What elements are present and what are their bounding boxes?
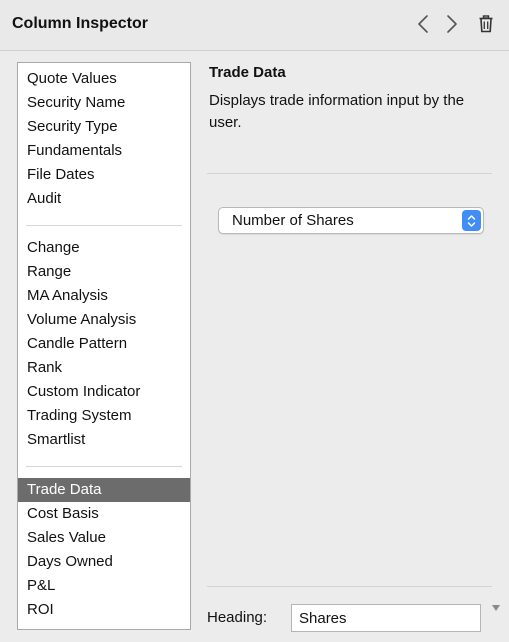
chevron-right-icon bbox=[447, 15, 457, 33]
heading-dropdown-button[interactable] bbox=[490, 602, 502, 614]
list-group-2: Change Range MA Analysis Volume Analysis… bbox=[18, 236, 190, 452]
list-item-smartlist[interactable]: Smartlist bbox=[18, 428, 190, 452]
triangle-down-icon bbox=[492, 605, 500, 611]
window-title: Column Inspector bbox=[12, 15, 149, 32]
list-item-trade-data[interactable]: Trade Data bbox=[18, 478, 190, 502]
select-stepper-icon bbox=[462, 210, 481, 231]
list-item-quote-values[interactable]: Quote Values bbox=[18, 67, 190, 91]
column-field-select[interactable]: Number of Shares bbox=[218, 207, 484, 234]
list-item-range[interactable]: Range bbox=[18, 260, 190, 284]
back-button[interactable] bbox=[409, 8, 437, 40]
heading-label: Heading: bbox=[207, 609, 268, 626]
detail-description: Displays trade information input by the … bbox=[209, 92, 465, 131]
list-divider bbox=[26, 466, 182, 467]
list-item-days-owned[interactable]: Days Owned bbox=[18, 550, 190, 574]
list-item-file-dates[interactable]: File Dates bbox=[18, 163, 190, 187]
heading-separator bbox=[207, 586, 492, 587]
chevron-left-icon bbox=[418, 15, 428, 33]
list-item-security-type[interactable]: Security Type bbox=[18, 115, 190, 139]
trash-icon bbox=[479, 15, 493, 33]
list-item-pnl[interactable]: P&L bbox=[18, 574, 190, 598]
list-item-change[interactable]: Change bbox=[18, 236, 190, 260]
list-item-volume-analysis[interactable]: Volume Analysis bbox=[18, 308, 190, 332]
heading-input[interactable] bbox=[291, 604, 481, 632]
detail-separator bbox=[207, 173, 492, 174]
list-item-ma-analysis[interactable]: MA Analysis bbox=[18, 284, 190, 308]
select-value: Number of Shares bbox=[232, 212, 354, 229]
delete-button[interactable] bbox=[472, 8, 500, 40]
list-item-fundamentals[interactable]: Fundamentals bbox=[18, 139, 190, 163]
list-item-security-name[interactable]: Security Name bbox=[18, 91, 190, 115]
list-item-roi[interactable]: ROI bbox=[18, 598, 190, 622]
list-group-1-items: Security Name Security Type Fundamentals… bbox=[18, 91, 190, 211]
column-category-list[interactable]: Quote Values Security Name Security Type… bbox=[17, 62, 191, 630]
detail-title: Trade Data bbox=[209, 64, 286, 81]
list-item-cost-basis[interactable]: Cost Basis bbox=[18, 502, 190, 526]
list-item-custom-indicator[interactable]: Custom Indicator bbox=[18, 380, 190, 404]
list-group-3: Trade Data Cost Basis Sales Value Days O… bbox=[18, 478, 190, 622]
list-item-trading-system[interactable]: Trading System bbox=[18, 404, 190, 428]
list-divider bbox=[26, 225, 182, 226]
list-item-rank[interactable]: Rank bbox=[18, 356, 190, 380]
title-bar: Column Inspector bbox=[0, 0, 509, 50]
list-item-candle-pattern[interactable]: Candle Pattern bbox=[18, 332, 190, 356]
list-item-sales-value[interactable]: Sales Value bbox=[18, 526, 190, 550]
forward-button[interactable] bbox=[438, 8, 466, 40]
title-separator bbox=[0, 50, 509, 51]
list-item-audit[interactable]: Audit bbox=[18, 187, 190, 211]
